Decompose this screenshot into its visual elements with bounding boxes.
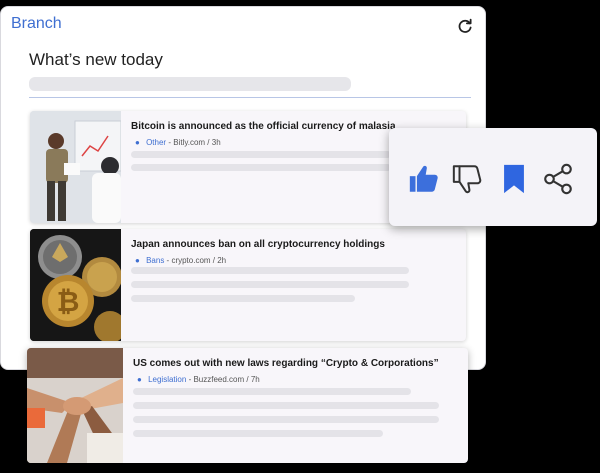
- subtitle-placeholder: [29, 77, 351, 91]
- text-placeholder: [131, 151, 391, 158]
- news-source: crypto.com / 2h: [171, 256, 227, 265]
- news-headline[interactable]: Bitcoin is announced as the official cur…: [131, 121, 396, 132]
- news-thumbnail: [30, 111, 121, 223]
- svg-text:₿: ₿: [57, 286, 80, 317]
- news-headline[interactable]: Japan announces ban on all cryptocurrenc…: [131, 239, 385, 250]
- news-item-3[interactable]: US comes out with new laws regarding “Cr…: [27, 348, 468, 463]
- text-placeholder: [133, 388, 411, 395]
- divider: [29, 97, 471, 98]
- news-meta: ● Bans - crypto.com / 2h: [135, 256, 227, 265]
- news-source: Bitly.com / 3h: [173, 138, 221, 147]
- news-category[interactable]: Legislation: [148, 375, 186, 384]
- category-dot: ●: [135, 138, 140, 147]
- thumbs-up-icon[interactable]: [407, 162, 441, 196]
- news-meta: ● Legislation - Buzzfeed.com / 7h: [137, 375, 260, 384]
- news-source: Buzzfeed.com / 7h: [193, 375, 260, 384]
- share-icon[interactable]: [541, 162, 575, 196]
- text-placeholder: [131, 281, 409, 288]
- news-thumbnail: [27, 348, 123, 463]
- text-placeholder: [131, 267, 409, 274]
- news-item-2[interactable]: ₿ Japan announces ban on all cryptocurre…: [30, 229, 466, 341]
- category-dot: ●: [137, 375, 142, 384]
- news-meta: ● Other - Bitly.com / 3h: [135, 138, 221, 147]
- news-category[interactable]: Bans: [146, 256, 164, 265]
- page-title: What’s new today: [29, 50, 163, 69]
- news-thumbnail: ₿: [30, 229, 121, 341]
- text-placeholder: [131, 295, 355, 302]
- action-popup: [389, 128, 597, 226]
- refresh-icon[interactable]: [456, 17, 474, 35]
- news-headline[interactable]: US comes out with new laws regarding “Cr…: [133, 358, 439, 369]
- text-placeholder: [133, 430, 383, 437]
- thumbs-down-icon[interactable]: [451, 162, 485, 196]
- brand-logo[interactable]: Branch: [11, 15, 62, 33]
- bookmark-icon[interactable]: [497, 162, 531, 196]
- category-dot: ●: [135, 256, 140, 265]
- text-placeholder: [131, 164, 391, 171]
- news-category[interactable]: Other: [146, 138, 166, 147]
- text-placeholder: [133, 402, 439, 409]
- text-placeholder: [133, 416, 439, 423]
